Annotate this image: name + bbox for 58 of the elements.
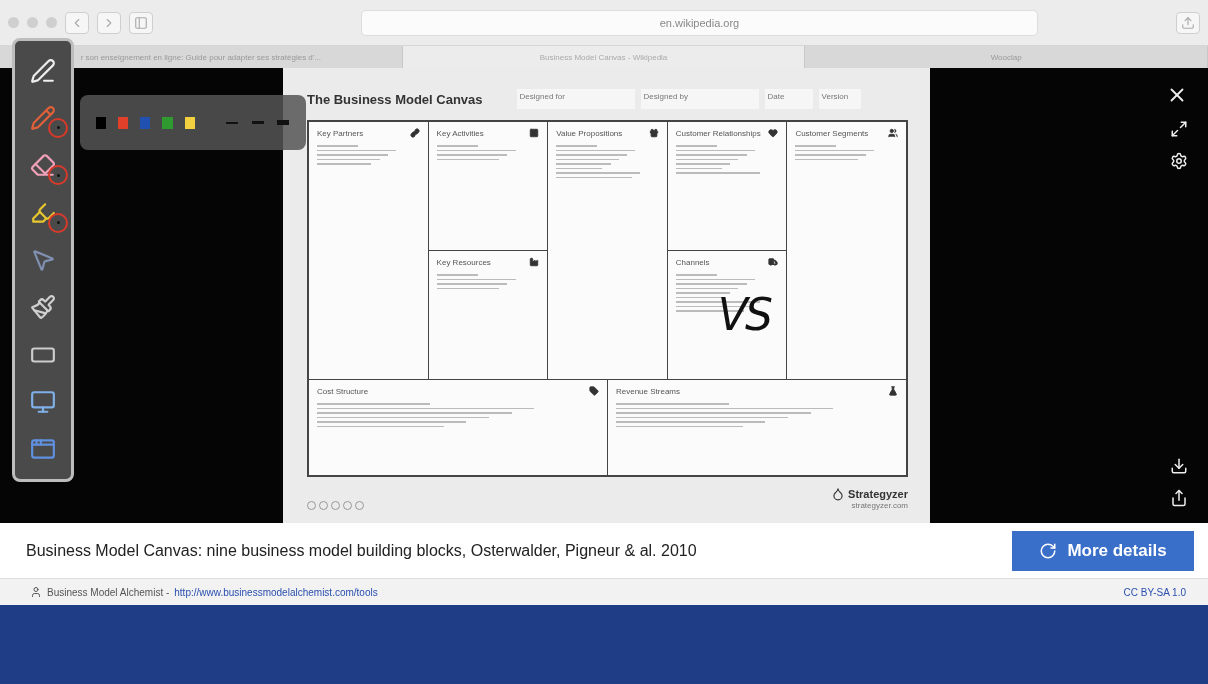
block-icon [409, 128, 420, 138]
screen-icon [30, 388, 56, 415]
block-icon [888, 128, 898, 138]
color-swatch[interactable] [140, 116, 151, 129]
canvas-field: Date [764, 89, 813, 109]
block-title: Cost Structure [317, 386, 369, 396]
canvas-field: Version [818, 89, 861, 109]
block-icon [768, 128, 779, 138]
pencil-icon [30, 57, 56, 84]
canvas-field: Designed for [516, 89, 635, 109]
brush-icon [30, 294, 56, 321]
share-button[interactable] [1176, 11, 1200, 34]
expand-icon[interactable] [1170, 120, 1188, 138]
brand-url: strategyzer.com [851, 501, 908, 510]
canvas-field: Designed by [640, 89, 759, 109]
handwritten-annotation: VS [717, 289, 770, 340]
color-swatch[interactable] [184, 116, 195, 129]
sidebar-button[interactable] [129, 11, 153, 34]
address-bar[interactable]: en.wikipedia.org [361, 9, 1038, 36]
color-swatch[interactable] [162, 116, 173, 129]
download-icon[interactable] [1170, 457, 1188, 475]
share-icon [1181, 15, 1195, 30]
eraser-icon [30, 152, 56, 179]
circle-mark [48, 212, 68, 233]
block-title: Customer Relationships [675, 128, 761, 138]
license-link[interactable]: CC BY-SA 1.0 [1123, 586, 1186, 598]
color-swatch[interactable] [118, 116, 129, 129]
brand-logo: Strategyzer [831, 487, 908, 501]
author-text: Business Model Alchemist - [47, 586, 170, 598]
sidebar-icon [134, 15, 148, 30]
pen-icon [30, 105, 56, 131]
back-button[interactable] [65, 11, 89, 34]
block-title: Value Propositions [556, 128, 623, 138]
block-icon [529, 257, 540, 267]
block-title: Revenue Streams [616, 386, 680, 396]
more-details-button[interactable]: More details [1012, 530, 1194, 571]
circle-mark [48, 165, 68, 186]
block-title: Key Partners [317, 128, 364, 138]
canvas-title: The Business Model Canvas [307, 91, 483, 107]
color-swatch[interactable] [96, 116, 107, 129]
block-icon [648, 128, 659, 138]
forward-button[interactable] [97, 11, 121, 34]
refresh-icon [1039, 541, 1058, 560]
block-title: Customer Segments [795, 128, 869, 138]
circle-mark [48, 118, 68, 138]
block-icon [589, 386, 599, 396]
block-title: Key Resources [436, 257, 491, 267]
author-link[interactable]: http://www.businessmodelalchemist.com/tools [174, 586, 378, 598]
image-caption: Business Model Canvas: nine business model building blocks, Osterwalder, Pigneur & al. 2010 [26, 541, 697, 560]
block-icon [529, 128, 540, 138]
share-icon[interactable] [1170, 489, 1188, 507]
block-title: Channels [675, 257, 710, 267]
logo-icon [831, 487, 846, 501]
block-icon [768, 257, 779, 267]
person-icon [30, 586, 42, 598]
settings-icon[interactable] [1170, 152, 1188, 170]
block-title: Key Activities [436, 128, 484, 138]
block-icon [888, 386, 898, 396]
